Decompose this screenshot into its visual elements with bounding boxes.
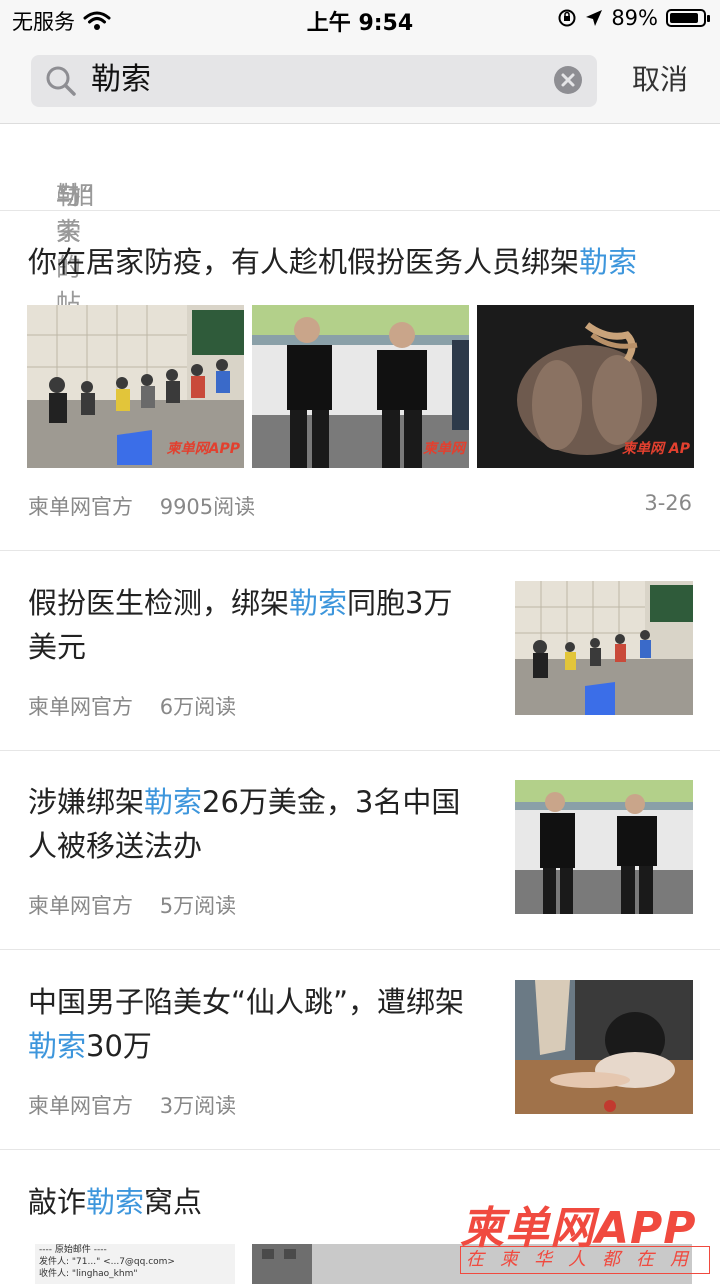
battery-icon bbox=[666, 9, 710, 27]
article-reads: 5万阅读 bbox=[159, 894, 237, 918]
title-text: 你在居家防疫，有人趁机假扮医务人员绑架 bbox=[28, 245, 580, 279]
battery-fill bbox=[670, 13, 699, 23]
article-title: 涉嫌绑架勒索26万美金，3名中国人被移送法办 bbox=[28, 780, 468, 868]
mail-from-line: 发件人: "71..." <...7@qq.com> bbox=[39, 1257, 175, 1267]
article-title: 中国男子陷美女“仙人跳”，遭绑架勒索30万 bbox=[28, 980, 468, 1068]
mail-header-line: ---- 原始邮件 ---- bbox=[39, 1245, 107, 1255]
article-reads: 6万阅读 bbox=[159, 695, 237, 719]
status-right: 89% bbox=[557, 6, 710, 30]
article-thumbnail[interactable] bbox=[515, 780, 693, 914]
article-title: 你在居家防疫，有人趁机假扮医务人员绑架勒索 bbox=[28, 239, 637, 281]
battery-percent: 89% bbox=[611, 6, 658, 30]
article-image[interactable]: 柬单网 bbox=[252, 305, 469, 468]
article-item[interactable]: 假扮医生检测，绑架勒索同胞3万美元 柬单网官方 6万阅读 bbox=[0, 551, 720, 751]
orientation-lock-icon bbox=[558, 9, 576, 27]
article-author: 柬单网官方 bbox=[28, 495, 133, 519]
article-meta: 柬单网官方 5万阅读 bbox=[28, 890, 236, 920]
title-text: 假扮医生检测，绑架 bbox=[28, 586, 290, 620]
image-watermark: 柬单网APP bbox=[166, 441, 240, 457]
title-text: 涉嫌绑架 bbox=[28, 785, 145, 819]
app-watermark: 柬单网APP 在柬华人都在用 bbox=[460, 1192, 710, 1277]
search-icon bbox=[46, 66, 76, 96]
article-item[interactable]: 你在居家防疫，有人趁机假扮医务人员绑架勒索 柬单网APP 柬单网 柬单网 AP … bbox=[0, 211, 720, 551]
title-text: 窝点 bbox=[144, 1185, 203, 1219]
title-highlight: 勒索 bbox=[579, 245, 638, 279]
title-highlight: 勒索 bbox=[86, 1185, 145, 1219]
mail-to-line: 收件人: "linghao_khm" bbox=[39, 1269, 138, 1279]
search-input[interactable]: 勒索 bbox=[31, 55, 597, 107]
article-image[interactable]: ---- 原始邮件 ---- 发件人: "71..." <...7@qq.com… bbox=[35, 1244, 235, 1284]
location-arrow-icon bbox=[586, 10, 603, 26]
article-image[interactable]: 柬单网 AP bbox=[477, 305, 694, 468]
image-watermark: 柬单网 bbox=[423, 441, 465, 457]
article-reads: 9905阅读 bbox=[159, 495, 256, 519]
status-bar: 无服务 上午 9:54 89% bbox=[0, 0, 720, 40]
search-query: 勒索 bbox=[91, 62, 151, 97]
title-highlight: 勒索 bbox=[289, 586, 348, 620]
article-thumbnail[interactable] bbox=[515, 581, 693, 715]
article-date: 3-26 bbox=[644, 491, 692, 515]
article-images: 柬单网APP 柬单网 柬单网 AP bbox=[27, 305, 694, 468]
article-image[interactable]: 柬单网APP bbox=[27, 305, 244, 468]
photo-room-detainees bbox=[515, 581, 693, 715]
article-author: 柬单网官方 bbox=[28, 894, 133, 918]
article-item[interactable]: 中国男子陷美女“仙人跳”，遭绑架勒索30万 柬单网官方 3万阅读 bbox=[0, 950, 720, 1150]
clear-icon[interactable] bbox=[553, 65, 583, 95]
title-highlight: 勒索 bbox=[144, 785, 203, 819]
title-text: 敲诈 bbox=[28, 1185, 87, 1219]
title-highlight: 勒索 bbox=[28, 1029, 87, 1063]
photo-police-escort bbox=[515, 780, 693, 914]
cancel-button[interactable]: 取消 bbox=[632, 60, 688, 100]
article-reads: 3万阅读 bbox=[159, 1094, 237, 1118]
search-bar: 勒索 取消 bbox=[0, 40, 720, 124]
article-meta: 柬单网官方 9905阅读 bbox=[28, 491, 255, 521]
article-thumbnail[interactable] bbox=[515, 980, 693, 1114]
article-author: 柬单网官方 bbox=[28, 1094, 133, 1118]
title-text: 30万 bbox=[86, 1029, 152, 1063]
article-author: 柬单网官方 bbox=[28, 695, 133, 719]
article-item[interactable]: 涉嫌绑架勒索26万美金，3名中国人被移送法办 柬单网官方 5万阅读 bbox=[0, 750, 720, 950]
photo-woman-bedroom bbox=[515, 980, 693, 1114]
related-posts-header: 与“勒索”相关的帖子 bbox=[0, 124, 720, 354]
image-watermark: 柬单网 AP bbox=[622, 441, 690, 457]
article-title: 假扮医生检测，绑架勒索同胞3万美元 bbox=[28, 581, 468, 669]
title-text: 中国男子陷美女“仙人跳”，遭绑架 bbox=[28, 985, 465, 1019]
article-title: 敲诈勒索窝点 bbox=[28, 1179, 202, 1221]
article-meta: 柬单网官方 6万阅读 bbox=[28, 691, 236, 721]
article-meta: 柬单网官方 3万阅读 bbox=[28, 1090, 236, 1120]
watermark-tagline: 在柬华人都在用 bbox=[460, 1246, 710, 1274]
